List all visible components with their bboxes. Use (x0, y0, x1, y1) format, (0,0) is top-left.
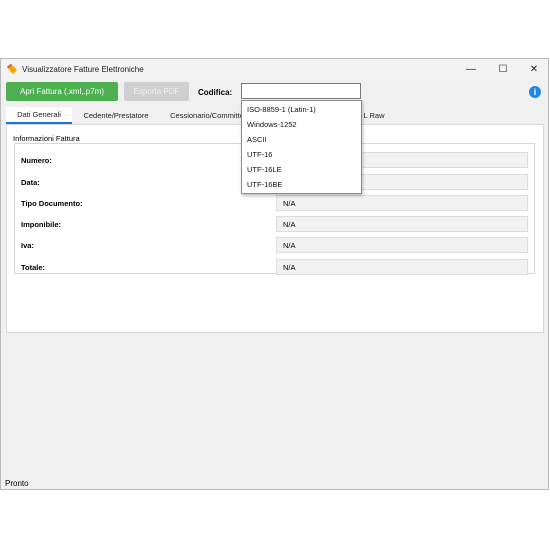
totale-value: N/A (276, 259, 528, 275)
encoding-option[interactable]: UTF-16LE (247, 165, 282, 174)
iva-value: N/A (276, 237, 528, 253)
maximize-button[interactable]: ☐ (495, 62, 511, 76)
tab-cedente-prestatore[interactable]: Cedente/Prestatore (76, 107, 156, 124)
totale-label: Totale: (21, 263, 46, 272)
open-invoice-button[interactable]: Apri Fattura (.xml,.p7m) (6, 82, 118, 101)
tipo-documento-value: N/A (276, 195, 528, 211)
export-pdf-button[interactable]: Esporta PDF (124, 82, 189, 101)
tab-dati-generali[interactable]: Dati Generali (6, 107, 72, 124)
imponibile-label: Imponibile: (21, 220, 61, 229)
encoding-option[interactable]: ASCII (247, 135, 267, 144)
encoding-option[interactable]: Windows-1252 (247, 120, 297, 129)
data-label: Data: (21, 178, 40, 187)
close-button[interactable]: ✕ (526, 62, 542, 76)
encoding-dropdown-list: ISO-8859-1 (Latin-1) Windows-1252 ASCII … (241, 100, 362, 194)
minimize-button[interactable]: — (463, 62, 479, 76)
status-text: Pronto (5, 479, 29, 488)
tipo-documento-label: Tipo Documento: (21, 199, 83, 208)
encoding-label: Codifica: (198, 88, 233, 97)
encoding-option[interactable]: UTF-16 (247, 150, 272, 159)
tab-cessionario-committente[interactable]: Cessionario/Committe (166, 107, 248, 124)
info-icon[interactable]: i (529, 86, 541, 98)
encoding-option[interactable]: UTF-16BE (247, 180, 282, 189)
imponibile-value: N/A (276, 216, 528, 232)
group-title: Informazioni Fattura (12, 134, 81, 143)
encoding-option[interactable]: ISO-8859-1 (Latin-1) (247, 105, 316, 114)
encoding-combobox[interactable] (241, 83, 361, 99)
iva-label: Iva: (21, 241, 34, 250)
app-icon (7, 64, 17, 74)
title-bar: Visualizzatore Fatture Elettroniche — ☐ … (1, 59, 548, 80)
numero-label: Numero: (21, 156, 52, 165)
tab-xml-raw[interactable]: L Raw (362, 107, 386, 124)
window-title: Visualizzatore Fatture Elettroniche (22, 65, 144, 74)
